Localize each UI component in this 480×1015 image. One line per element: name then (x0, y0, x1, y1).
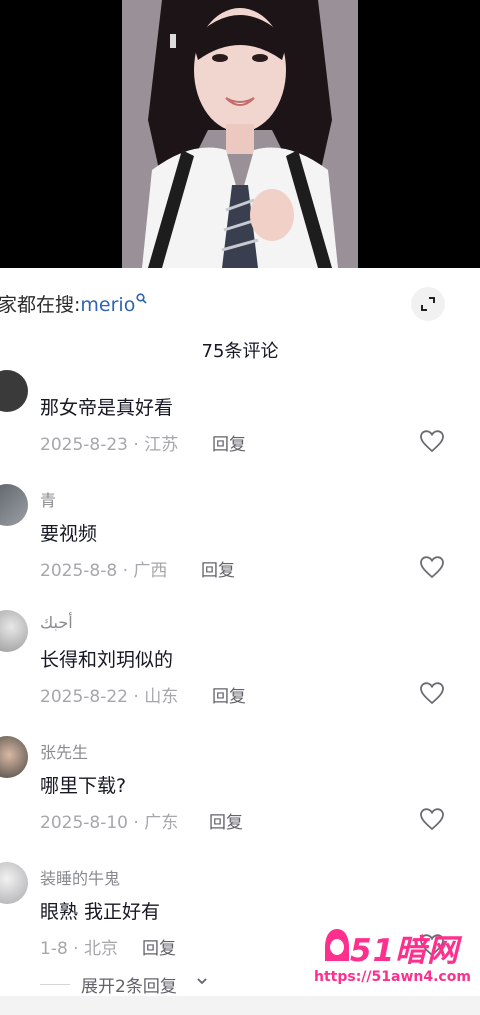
comment-text: 长得和刘玥似的 (40, 649, 174, 671)
comment-meta: 1-8 · 北京 (40, 939, 118, 959)
avatar[interactable] (0, 862, 28, 904)
avatar[interactable] (0, 484, 28, 526)
hooded-figure-icon (325, 929, 349, 961)
comment-username[interactable]: 青 (40, 487, 56, 511)
comment-text: 要视频 (40, 523, 98, 545)
search-icon (136, 293, 147, 307)
search-prefix: 家都在搜: (0, 294, 81, 316)
comment-text: 那女帝是真好看 (40, 397, 174, 419)
video-frame-illustration (122, 0, 358, 268)
watermark: 51暗网 https://51awn4.com (306, 925, 478, 989)
heart-outline-icon[interactable] (419, 681, 445, 705)
comment-meta: 2025-8-23 · 江苏 (40, 435, 179, 455)
avatar[interactable] (0, 370, 28, 412)
watermark-url: https://51awn4.com (314, 969, 471, 985)
divider (40, 984, 70, 985)
comment-count-title: 75条评论 (201, 341, 279, 362)
comment-meta: 2025-8-22 · 山东 (40, 687, 179, 707)
reply-button[interactable]: 回复 (212, 682, 246, 707)
expand-button[interactable] (411, 287, 445, 321)
heart-outline-icon[interactable] (419, 555, 445, 579)
search-suggestion[interactable]: 家都在搜:merio (0, 290, 147, 317)
video-thumbnail (122, 0, 358, 268)
video-player[interactable] (0, 0, 480, 268)
comment-meta: 2025-8-8 · 广西 (40, 561, 168, 581)
expand-replies-label: 展开2条回复 (81, 977, 177, 997)
reply-button[interactable]: 回复 (201, 556, 235, 581)
avatar[interactable] (0, 610, 28, 652)
comment-username[interactable]: 装睡的牛鬼 (40, 865, 120, 889)
comment-username[interactable]: أحبك (40, 613, 73, 632)
expand-icon (421, 297, 435, 311)
watermark-logo: 51暗网 (350, 933, 460, 969)
comment-username[interactable]: 张先生 (40, 739, 88, 763)
comment-text: 哪里下载? (40, 775, 127, 797)
reply-button[interactable]: 回复 (212, 430, 246, 455)
reply-button[interactable]: 回复 (142, 934, 176, 959)
comment-meta: 2025-8-10 · 广东 (40, 813, 179, 833)
comment-text: 眼熟 我正好有 (40, 901, 161, 923)
search-term[interactable]: merio (80, 294, 135, 316)
chevron-down-icon (197, 978, 207, 985)
search-suggestion-row: 家都在搜:merio (0, 280, 480, 326)
avatar[interactable] (0, 736, 28, 778)
reply-button[interactable]: 回复 (209, 808, 243, 833)
heart-outline-icon[interactable] (419, 807, 445, 831)
heart-outline-icon[interactable] (419, 429, 445, 453)
bottom-bar (0, 996, 480, 1015)
